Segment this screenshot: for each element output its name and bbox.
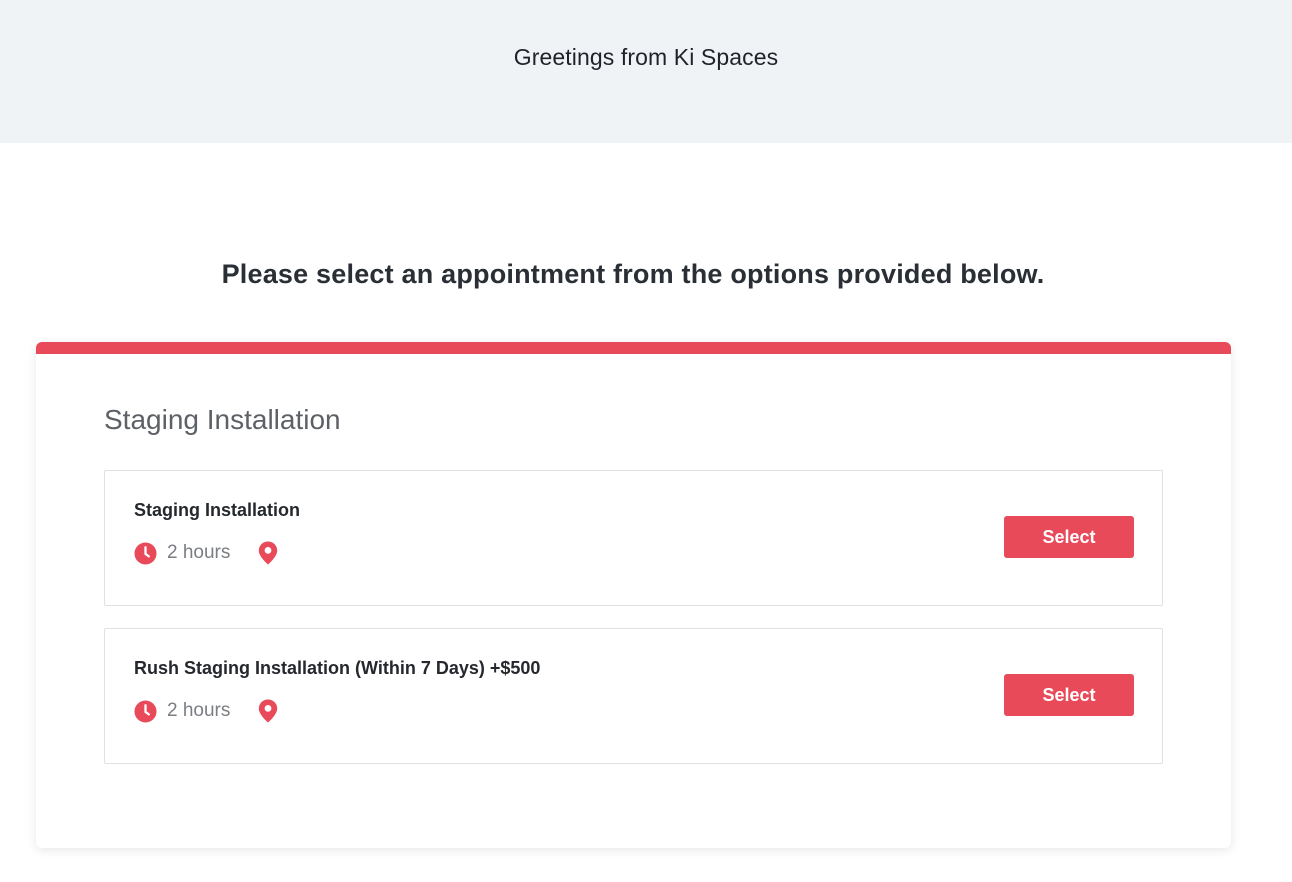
- greeting-text: Greetings from Ki Spaces: [513, 44, 779, 70]
- appointment-name: Rush Staging Installation (Within 7 Days…: [134, 658, 541, 678]
- appointment-duration: 2 hours: [167, 542, 231, 563]
- appointment-duration: 2 hours: [167, 700, 231, 721]
- card-title: Staging Installation: [104, 404, 341, 435]
- appointment-name: Staging Installation: [134, 500, 301, 520]
- page-heading: Please select an appointment from the op…: [221, 259, 1045, 289]
- map-pin-icon: [258, 699, 278, 723]
- appointment-meta: 2 hours: [134, 541, 278, 565]
- appointment-option: Staging Installation 2 hours Select: [104, 470, 1163, 606]
- clock-icon: [134, 699, 157, 723]
- clock-icon: [134, 541, 157, 565]
- top-banner: Greetings from Ki Spaces: [0, 0, 1292, 143]
- card-accent-bar: [36, 342, 1231, 354]
- select-button[interactable]: Select: [1004, 516, 1134, 558]
- appointment-option: Rush Staging Installation (Within 7 Days…: [104, 628, 1163, 764]
- map-pin-icon: [258, 541, 278, 565]
- appointment-meta: 2 hours: [134, 699, 278, 723]
- appointment-card: Staging Installation Staging Installatio…: [36, 342, 1231, 848]
- select-button[interactable]: Select: [1004, 674, 1134, 716]
